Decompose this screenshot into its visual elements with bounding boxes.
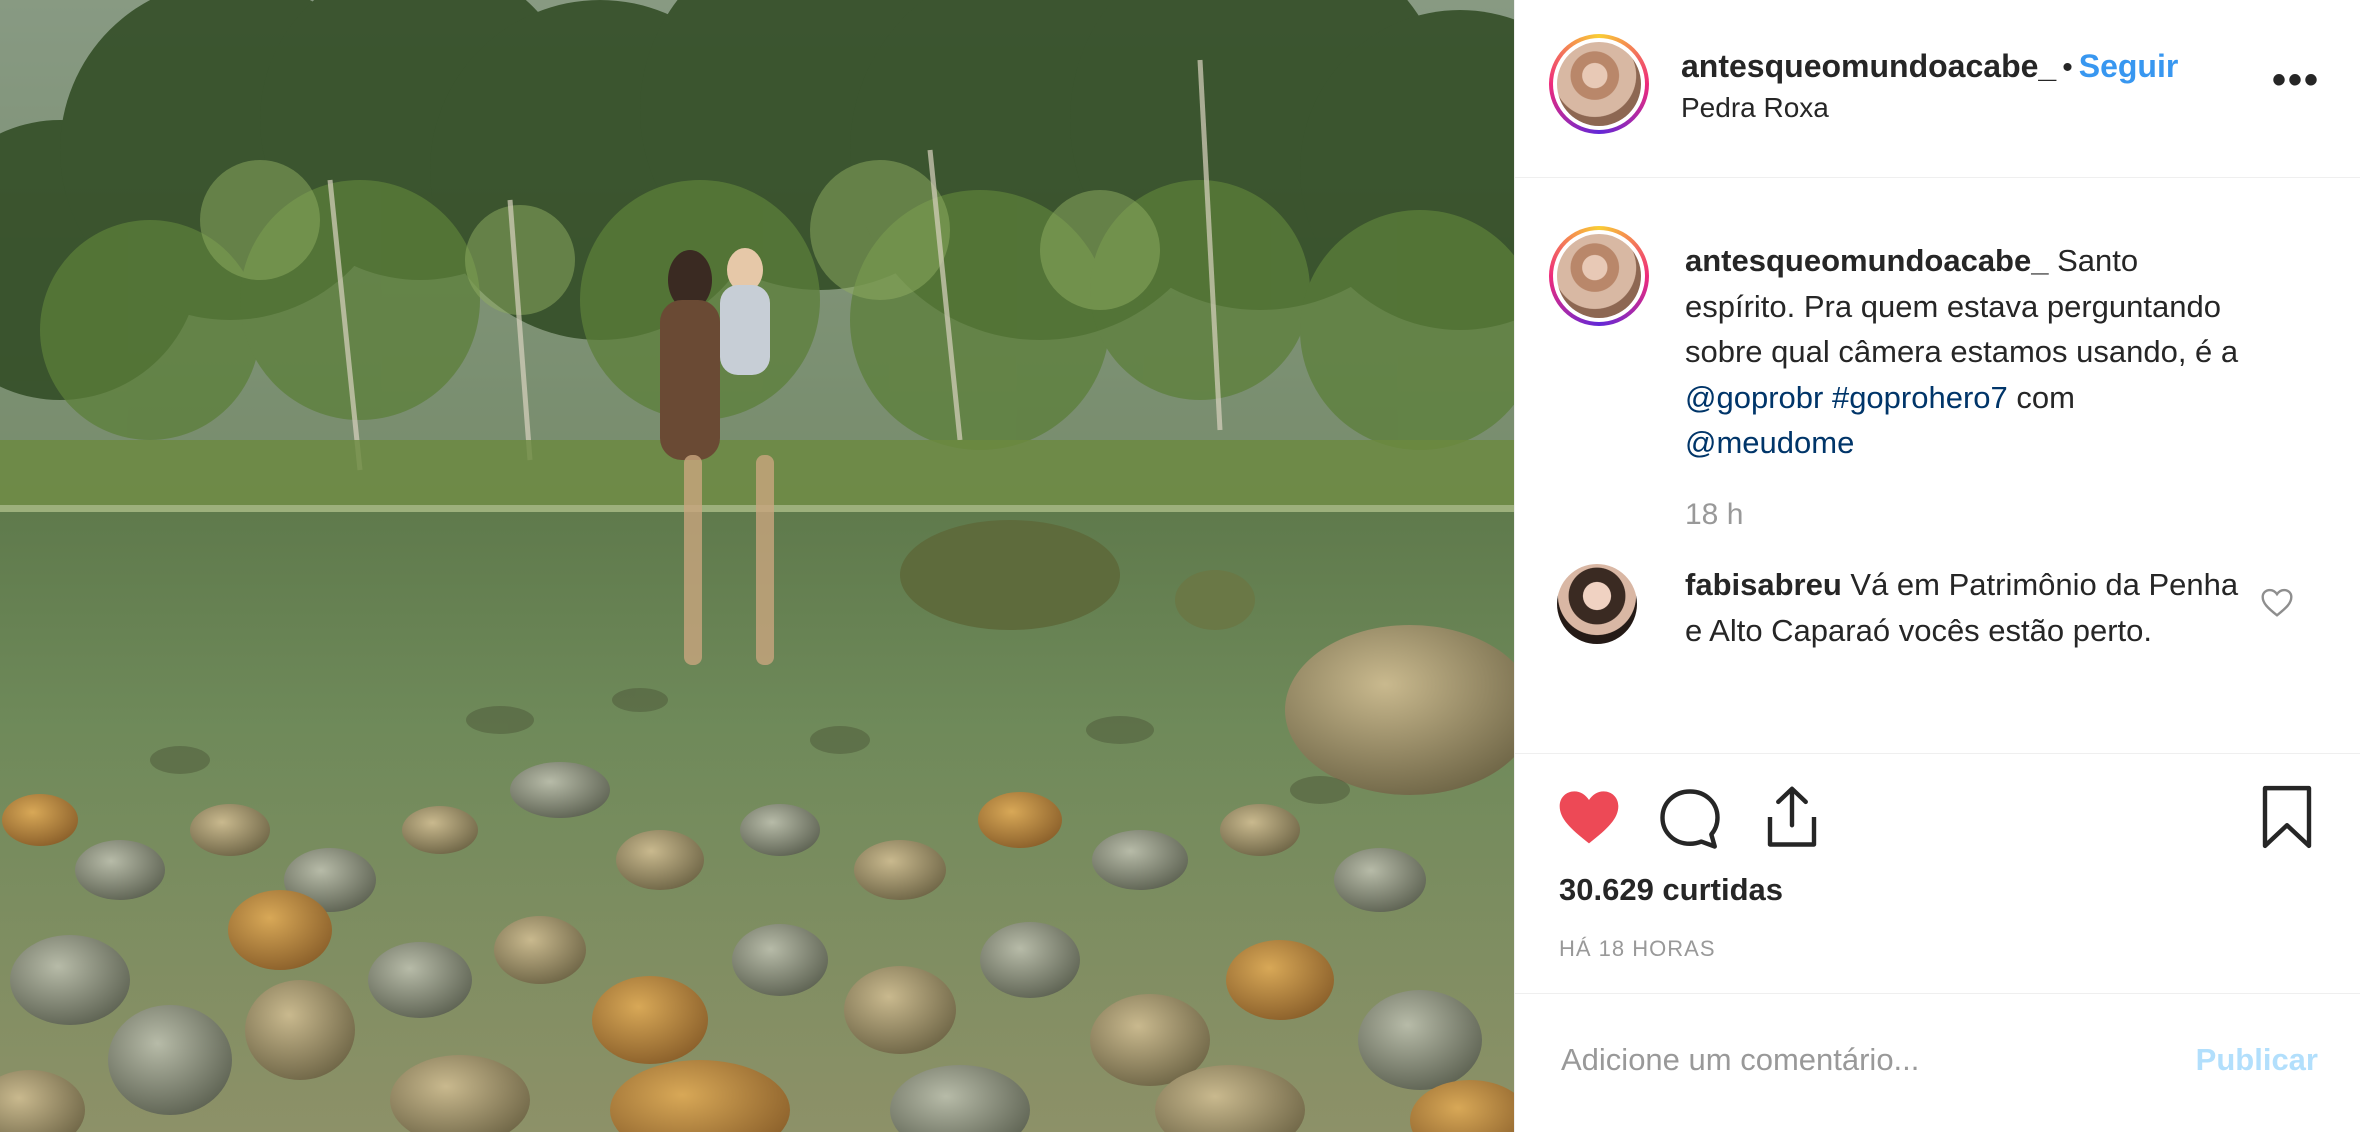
caption-avatar-image [1557,234,1641,318]
post-timestamp[interactable]: HÁ 18 HORAS [1559,936,1716,962]
author-username[interactable]: antesqueomundoacabe_ [1681,48,2056,84]
commenter-avatar[interactable] [1557,564,1637,644]
comment-input[interactable] [1559,1034,2123,1086]
caption-avatar[interactable] [1549,226,1649,326]
add-comment-bar: Publicar [1515,994,2360,1132]
more-options-icon[interactable]: ••• [2272,60,2320,100]
caption-text-continued: com [2016,379,2075,415]
post-actions: 30.629 curtidas HÁ 18 HORAS [1515,754,2360,994]
post-location[interactable]: Pedra Roxa [1681,92,1829,124]
post-photo[interactable] [0,0,1514,1132]
post-side-panel: antesqueomundoacabe_ • Seguir Pedra Roxa •… [1514,0,2360,1132]
share-icon[interactable] [1759,784,1825,850]
post-caption: antesqueomundoacabe_ Santo espírito. Pra… [1685,238,2245,466]
photo-river-scene [0,0,1514,1132]
author-avatar[interactable] [1549,34,1649,134]
comment-like-heart-icon[interactable] [2260,588,2294,618]
author-avatar-image [1557,42,1641,126]
separator-dot: • [2062,51,2073,84]
follow-button[interactable]: Seguir [2079,48,2179,84]
comments-area: antesqueomundoacabe_ Santo espírito. Pra… [1515,178,2360,754]
caption-username[interactable]: antesqueomundoacabe_ [1685,243,2048,278]
comment-item: fabisabreu Vá em Patrimônio da Penha e A… [1685,562,2245,653]
hashtag-link[interactable]: #goprohero7 [1832,380,2008,415]
likes-count[interactable]: 30.629 curtidas [1559,872,1783,908]
caption-time: 18 h [1685,498,1744,531]
comment-username[interactable]: fabisabreu [1685,567,1842,602]
mention-link[interactable]: @goprobr [1685,380,1823,415]
like-heart-icon[interactable] [1557,788,1621,848]
mention-link[interactable]: @meudome [1685,425,1854,460]
post-header: antesqueomundoacabe_ • Seguir Pedra Roxa •… [1515,0,2360,178]
author-line: antesqueomundoacabe_ • Seguir [1681,48,2178,85]
save-bookmark-icon[interactable] [2258,784,2316,850]
publish-button[interactable]: Publicar [2196,1042,2318,1078]
comment-bubble-icon[interactable] [1657,786,1723,852]
